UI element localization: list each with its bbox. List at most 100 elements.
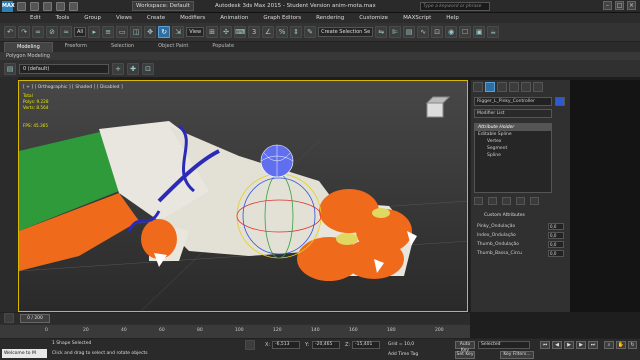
set-key-button[interactable]: Set Key <box>455 351 475 359</box>
pivot-center-icon[interactable]: ⊞ <box>206 26 219 38</box>
stack-item-attribute-holder[interactable]: Attribute Holder <box>475 124 551 131</box>
open-file-icon[interactable] <box>30 1 39 11</box>
tab-object-paint[interactable]: Object Paint <box>146 42 200 52</box>
create-tab-icon[interactable] <box>473 82 483 92</box>
menu-views[interactable]: Views <box>116 15 132 21</box>
angle-snap-icon[interactable]: ∠ <box>262 26 275 38</box>
menu-rendering[interactable]: Rendering <box>316 15 344 21</box>
pan-icon[interactable]: ✋ <box>616 341 626 349</box>
mirror-icon[interactable]: ⇋ <box>375 26 388 38</box>
mini-curve-editor-icon[interactable] <box>4 313 14 323</box>
menu-help[interactable]: Help <box>446 15 459 21</box>
orbit-icon[interactable]: ↻ <box>628 341 637 349</box>
render-setup-icon[interactable]: ☐ <box>459 26 472 38</box>
show-end-result-icon[interactable] <box>488 197 497 205</box>
select-by-name-icon[interactable]: ≡ <box>102 26 115 38</box>
param-spinner[interactable]: 0,0 <box>548 241 564 248</box>
maxscript-listener[interactable]: Welcome to M <box>2 349 47 358</box>
display-tab-icon[interactable] <box>521 82 531 92</box>
param-spinner[interactable]: 0,0 <box>548 250 564 257</box>
menu-graph-editors[interactable]: Graph Editors <box>263 15 301 21</box>
named-selection-dropdown[interactable]: Create Selection Se <box>318 27 374 37</box>
previous-frame-icon[interactable]: ◀ <box>552 341 562 349</box>
layers-icon[interactable]: ▤ <box>4 62 16 75</box>
add-time-tag[interactable]: Add Time Tag <box>388 352 418 357</box>
viewport[interactable]: [ + ] [ Orthographic ] [ Shaded ] [ Disa… <box>18 80 468 312</box>
curve-editor-icon[interactable]: ∿ <box>417 26 430 38</box>
select-manipulate-icon[interactable]: ✣ <box>220 26 233 38</box>
selection-filter-dropdown[interactable]: All <box>74 27 87 37</box>
unlink-icon[interactable]: ⊘ <box>46 26 58 38</box>
rect-selection-icon[interactable]: ▭ <box>116 26 129 38</box>
bind-space-warp-icon[interactable]: ≈ <box>60 26 72 38</box>
tab-modeling[interactable]: Modeling <box>4 42 53 52</box>
minimize-button[interactable]: – <box>603 1 612 10</box>
modify-tab-icon[interactable] <box>485 82 495 92</box>
play-icon[interactable]: ▶ <box>564 341 574 349</box>
link-icon[interactable]: ∞ <box>32 26 44 38</box>
percent-snap-icon[interactable]: % <box>276 26 289 38</box>
object-color-swatch[interactable] <box>555 97 565 106</box>
render-frame-icon[interactable]: ▣ <box>473 26 486 38</box>
schematic-view-icon[interactable]: ⊡ <box>431 26 444 38</box>
go-to-start-icon[interactable]: ⏮ <box>540 341 550 349</box>
viewport-label[interactable]: [ + ] [ Orthographic ] [ Shaded ] [ Disa… <box>23 85 123 90</box>
edit-named-selection-icon[interactable]: ✎ <box>304 26 317 38</box>
search-input[interactable]: Type a keyword or phrase <box>420 2 490 11</box>
lock-selection-icon[interactable] <box>245 340 255 350</box>
stack-item-editable-spline[interactable]: Editable Spline <box>475 131 551 138</box>
workspace-dropdown[interactable]: Workspace: Default <box>132 1 194 11</box>
window-crossing-icon[interactable]: ◫ <box>130 26 143 38</box>
remove-modifier-icon[interactable] <box>516 197 525 205</box>
render-production-icon[interactable]: ☕ <box>487 26 500 38</box>
hierarchy-tab-icon[interactable] <box>497 82 507 92</box>
viewcube[interactable] <box>426 102 444 118</box>
menu-modifiers[interactable]: Modifiers <box>180 15 205 21</box>
go-to-end-icon[interactable]: ⏭ <box>588 341 598 349</box>
menu-animation[interactable]: Animation <box>220 15 248 21</box>
key-filters-button[interactable]: Key Filters... <box>500 351 534 359</box>
new-file-icon[interactable] <box>17 1 26 11</box>
align-icon[interactable]: ⊫ <box>389 26 402 38</box>
layer-explorer-icon[interactable]: ▤ <box>403 26 416 38</box>
param-spinner[interactable]: 0,0 <box>548 223 564 230</box>
menu-tools[interactable]: Tools <box>56 15 70 21</box>
close-button[interactable]: × <box>627 1 636 10</box>
pin-stack-icon[interactable] <box>474 197 483 205</box>
rollout-title[interactable]: Custom Attributes <box>474 213 564 218</box>
stack-item-segment[interactable]: Segment <box>475 145 551 152</box>
select-layer-objects-icon[interactable]: ⊡ <box>142 62 154 75</box>
time-slider-handle[interactable]: 0 / 200 <box>20 314 50 323</box>
next-frame-icon[interactable]: ▶ <box>576 341 586 349</box>
motion-tab-icon[interactable] <box>509 82 519 92</box>
zoom-icon[interactable]: ⌕ <box>604 341 614 349</box>
maximize-button[interactable]: □ <box>615 1 624 10</box>
add-to-layer-icon[interactable]: ✚ <box>127 62 139 75</box>
stack-item-spline[interactable]: Spline <box>475 152 551 159</box>
configure-modifier-sets-icon[interactable] <box>530 197 539 205</box>
utilities-tab-icon[interactable] <box>533 82 543 92</box>
undo-icon[interactable]: ↶ <box>4 26 16 38</box>
redo-icon[interactable]: ↷ <box>18 26 30 38</box>
select-object-icon[interactable]: ▸ <box>88 26 101 38</box>
current-layer-dropdown[interactable]: 0 (default) <box>19 63 109 74</box>
key-mode-dropdown[interactable]: Selected <box>478 341 530 349</box>
ribbon-panel-title[interactable]: Polygon Modeling <box>0 52 640 60</box>
z-coordinate-field[interactable]: -15,401 <box>352 341 380 349</box>
y-coordinate-field[interactable]: -20,465 <box>312 341 340 349</box>
stack-item-vertex[interactable]: Vertex <box>475 138 551 145</box>
redo-icon[interactable] <box>69 1 78 11</box>
save-file-icon[interactable] <box>43 1 52 11</box>
make-unique-icon[interactable] <box>502 197 511 205</box>
app-logo-icon[interactable]: MAX <box>2 0 15 12</box>
menu-edit[interactable]: Edit <box>30 15 41 21</box>
select-scale-icon[interactable]: ⇲ <box>172 26 185 38</box>
undo-icon[interactable] <box>56 1 65 11</box>
select-move-icon[interactable]: ✥ <box>144 26 157 38</box>
menu-customize[interactable]: Customize <box>359 15 388 21</box>
x-coordinate-field[interactable]: -6,513 <box>272 341 300 349</box>
param-spinner[interactable]: 0,0 <box>548 232 564 239</box>
track-bar[interactable]: 0 20 40 60 80 100 120 140 160 180 200 <box>0 324 470 338</box>
create-layer-icon[interactable]: + <box>112 62 124 75</box>
menu-maxscript[interactable]: MAXScript <box>403 15 431 21</box>
